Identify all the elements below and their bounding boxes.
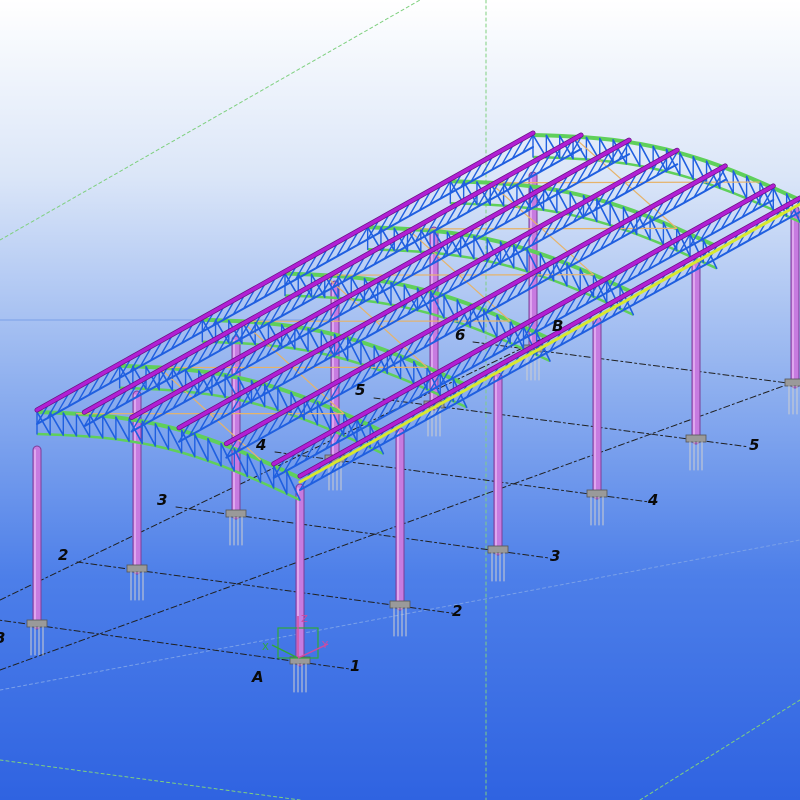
grid-label-A: A [251, 668, 264, 686]
grid-label-2-left: 2 [58, 546, 68, 564]
eave-beam [298, 202, 800, 484]
base-plate [389, 600, 411, 609]
base-plate [586, 489, 608, 498]
x-axis-line [271, 644, 299, 659]
guide-line [0, 0, 421, 241]
grid-label-B-edge: B [0, 629, 5, 647]
z-axis-label: Z [301, 614, 308, 625]
guide-line [639, 699, 800, 800]
grid-label-6-roof: 6 [455, 326, 465, 344]
truss-web-diagonal [62, 412, 78, 437]
grid-label-B: B [552, 317, 563, 335]
rafter-line-2 [129, 138, 631, 420]
grid-label-2-front: 2 [452, 602, 462, 620]
grid-label-4-front: 4 [647, 491, 658, 509]
base-plate [26, 619, 48, 628]
truss-web-diagonal [101, 414, 117, 441]
grid-label-3-left: 3 [157, 491, 167, 509]
x-axis-label: X [262, 642, 269, 653]
grid-label-4-roof: 4 [255, 436, 266, 454]
grid-label-1-front: 1 [350, 657, 360, 675]
guide-line [0, 759, 301, 800]
grid-label-5-roof: 5 [355, 381, 365, 399]
y-axis-label: Y [321, 640, 329, 651]
model-viewport[interactable]: 1 2 3 4 5 2 3 4 5 6 A B B Z X Y [0, 0, 800, 800]
grid-label-3-front: 3 [550, 547, 560, 565]
roof-structure[interactable] [34, 130, 800, 502]
base-plate [225, 509, 247, 518]
structure-3d-view[interactable]: 1 2 3 4 5 2 3 4 5 6 A B B Z X Y [0, 0, 800, 800]
base-plate [487, 545, 509, 554]
grid-label-5-front: 5 [749, 436, 759, 454]
base-plate [685, 434, 707, 443]
base-plate [126, 564, 148, 573]
base-plate [784, 378, 800, 387]
